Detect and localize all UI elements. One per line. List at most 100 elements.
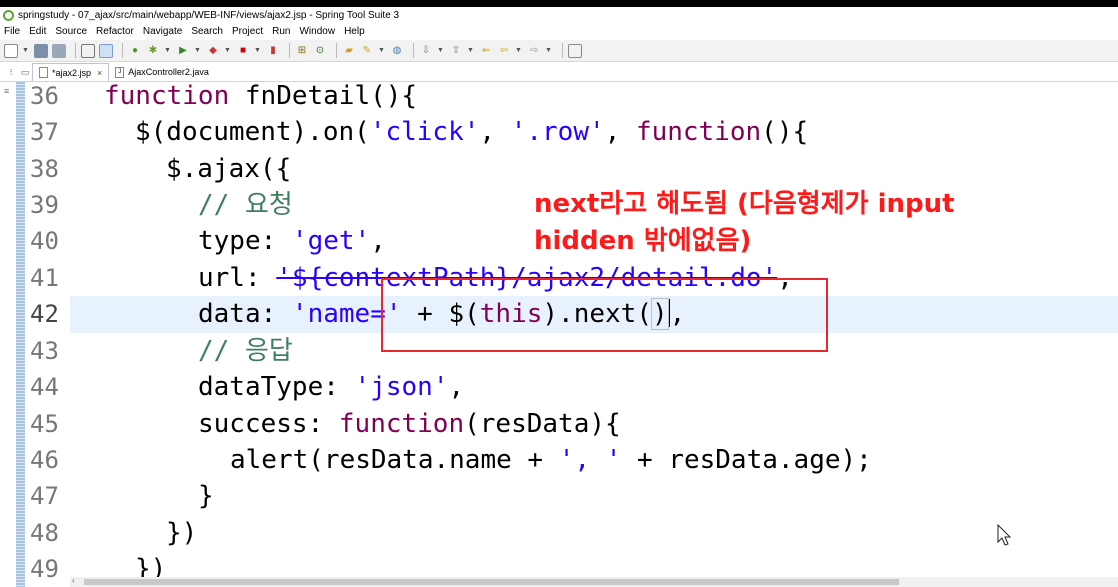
code-line: 37 $(document).on('click', '.row', funct… [0, 114, 1118, 151]
keyword-token: function [635, 117, 762, 147]
annotation-highlight-box [381, 278, 828, 352]
code-text[interactable]: type: 'get', [198, 223, 386, 260]
globe-icon[interactable]: ◍ [390, 44, 404, 58]
code-text[interactable]: } [198, 478, 214, 515]
new-dropdown-icon[interactable]: ▼ [22, 44, 29, 58]
horizontal-scrollbar[interactable]: ‹ [70, 576, 1118, 587]
collapse-icon[interactable]: ▭ [18, 63, 32, 81]
code-token: $.ajax({ [166, 154, 292, 184]
code-text[interactable]: $.ajax({ [166, 151, 291, 188]
code-line: 45 success: function(resData){ [0, 406, 1118, 443]
code-token: fnDetail(){ [229, 82, 418, 111]
line-number: 40 [30, 227, 59, 255]
line-number: 43 [30, 337, 59, 365]
spring-icon[interactable]: ● [128, 44, 142, 58]
next-annotation-icon[interactable]: ⇩ [419, 44, 433, 58]
code-text[interactable]: alert(resData.name + ', ' + resData.age)… [230, 442, 872, 479]
code-token: type: [198, 226, 292, 256]
line-number: 49 [30, 555, 59, 583]
coverage-dropdown-icon[interactable]: ▼ [224, 44, 231, 58]
annotation-line-2: hidden 밖에없음) [534, 226, 752, 256]
comment-token[interactable]: // 요청 [198, 187, 293, 224]
run-icon[interactable]: ▶ [176, 44, 190, 58]
tab-label: *ajax2.jsp [52, 67, 92, 78]
line-number: 39 [30, 191, 59, 219]
coverage-icon[interactable]: ◆ [206, 44, 220, 58]
open-folder-icon[interactable]: ▰ [342, 44, 356, 58]
scroll-left-icon[interactable]: ‹ [72, 576, 75, 585]
menu-search[interactable]: Search [191, 24, 223, 40]
menu-navigate[interactable]: Navigate [143, 24, 182, 40]
code-token: , [370, 226, 386, 256]
menu-project[interactable]: Project [232, 24, 263, 40]
run-dropdown-icon[interactable]: ▼ [194, 44, 201, 58]
line-number: 44 [30, 373, 59, 401]
edit-icon[interactable]: ✎ [360, 44, 374, 58]
spring-tool-suite-icon [3, 10, 14, 21]
last-edit-icon[interactable]: ⇐ [479, 44, 493, 58]
code-token: , [479, 117, 511, 147]
save-all-icon[interactable] [52, 43, 66, 58]
menu-help[interactable]: Help [344, 24, 365, 40]
comment-token[interactable]: // 응답 [198, 333, 293, 370]
code-line: 38 $.ajax({ [0, 151, 1118, 188]
code-text[interactable]: $(document).on('click', '.row', function… [135, 114, 808, 151]
main-toolbar: ▼ ● ✱ ▼ ▶ ▼ ◆ ▼ ■ ▼ ▮ ⊞ ⊙ ▰ ✎ ▼ ◍ ⇩ ▼ ⇧ … [0, 40, 1118, 62]
window-title: springstudy - 07_ajax/src/main/webapp/WE… [18, 10, 400, 21]
toolbar-separator [413, 43, 414, 58]
code-text[interactable]: }) [166, 515, 197, 552]
code-line: 44 dataType: 'json', [0, 369, 1118, 406]
window-title-bar: springstudy - 07_ajax/src/main/webapp/WE… [0, 7, 1118, 24]
code-text[interactable]: success: function(resData){ [198, 406, 621, 443]
java-file-icon: J [115, 66, 125, 78]
code-token: data: [198, 299, 292, 329]
menu-run[interactable]: Run [272, 24, 290, 40]
tab-label: AjaxController2.java [128, 67, 209, 77]
line-number: 38 [30, 155, 59, 183]
scrollbar-thumb[interactable] [84, 579, 899, 585]
code-token: + resData.age); [621, 445, 872, 475]
close-icon[interactable]: × [97, 68, 102, 78]
forward-dropdown-icon[interactable]: ▼ [545, 44, 552, 58]
back-dropdown-icon[interactable]: ▼ [515, 44, 522, 58]
previous-annotation-dropdown-icon[interactable]: ▼ [467, 44, 474, 58]
editor-menu-icon[interactable]: ⁝ [4, 63, 18, 81]
back-icon[interactable]: ⇦ [497, 44, 511, 58]
keyword-token: function [104, 82, 230, 111]
tab-ajax2-jsp[interactable]: *ajax2.jsp × [32, 63, 110, 81]
code-text[interactable]: dataType: 'json', [198, 369, 464, 406]
menu-file[interactable]: File [4, 24, 20, 40]
next-annotation-dropdown-icon[interactable]: ▼ [437, 44, 444, 58]
code-token: (){ [761, 117, 809, 147]
stop-icon[interactable]: ■ [236, 44, 250, 58]
debug-icon[interactable]: ✱ [146, 44, 160, 58]
print-icon[interactable] [81, 43, 95, 58]
jsp-file-icon [39, 67, 48, 78]
code-token: alert(resData.name + [230, 445, 559, 475]
stop-dropdown-icon[interactable]: ▼ [254, 44, 261, 58]
code-token: , [448, 372, 465, 402]
toolbar-separator [289, 43, 290, 58]
menu-window[interactable]: Window [299, 24, 335, 40]
new-icon[interactable] [4, 43, 18, 58]
open-type-icon[interactable]: ⊞ [295, 44, 309, 58]
server-icon[interactable]: ▮ [266, 44, 280, 58]
edit-dropdown-icon[interactable]: ▼ [378, 44, 385, 58]
string-token: 'json' [354, 372, 449, 402]
open-perspective-icon[interactable] [568, 43, 582, 58]
debug-dropdown-icon[interactable]: ▼ [164, 44, 171, 58]
code-line: 47 } [0, 478, 1118, 515]
line-number: 41 [30, 264, 59, 292]
forward-icon[interactable]: ⇨ [527, 44, 541, 58]
menu-edit[interactable]: Edit [29, 24, 46, 40]
save-icon[interactable] [34, 43, 48, 58]
tab-ajaxcontroller2-java[interactable]: J AjaxController2.java [109, 63, 215, 81]
previous-annotation-icon[interactable]: ⇧ [449, 44, 463, 58]
string-token: 'click' [369, 117, 480, 147]
search-icon[interactable]: ⊙ [313, 44, 327, 58]
menu-refactor[interactable]: Refactor [96, 24, 134, 40]
menu-source[interactable]: Source [55, 24, 87, 40]
code-text[interactable]: function fnDetail(){ [104, 82, 417, 115]
annotation-line-1: next라고 해도됨 (다음형제가 input [534, 189, 955, 219]
toggle-mark-occurrences-icon[interactable] [99, 43, 113, 58]
